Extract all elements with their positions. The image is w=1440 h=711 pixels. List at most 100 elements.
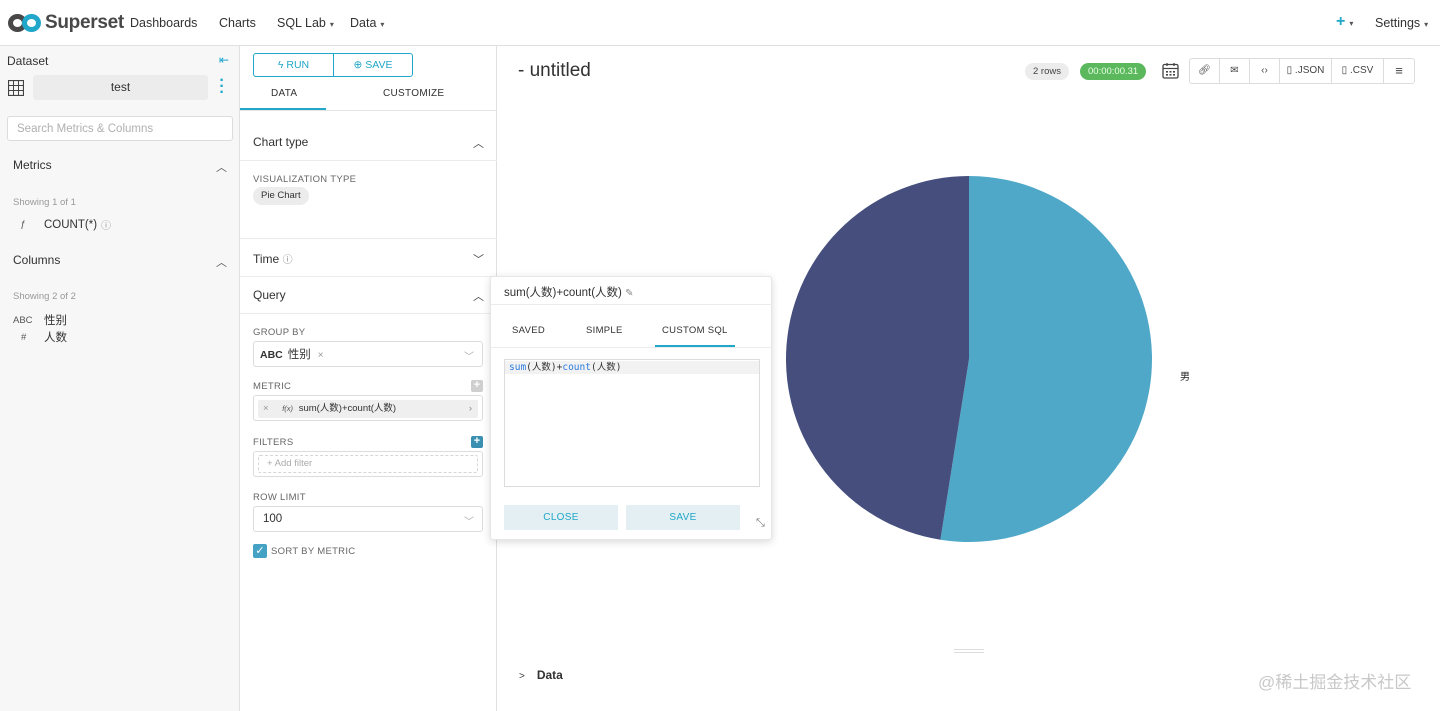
add-filter-icon[interactable]: + bbox=[471, 436, 483, 448]
string-type-icon: ABC bbox=[13, 314, 33, 326]
nav-charts[interactable]: Charts bbox=[219, 16, 256, 30]
dataset-name[interactable]: test bbox=[33, 75, 208, 100]
sql-editor[interactable]: sum(人数)+count(人数) bbox=[504, 359, 760, 487]
control-panel: ϟ RUN ⊕ SAVE DATA CUSTOMIZE Chart type ︿… bbox=[240, 46, 497, 711]
chevron-down-icon: ▾ bbox=[1424, 20, 1429, 29]
settings-menu[interactable]: Settings ▾ bbox=[1375, 16, 1428, 30]
question-circle-icon: ⓘ bbox=[101, 221, 112, 232]
chevron-up-icon[interactable]: ︿ bbox=[216, 159, 227, 175]
dataset-panel: Dataset ⇤ test · · · Search Metrics & Colu… bbox=[0, 46, 240, 711]
run-label: RUN bbox=[286, 59, 310, 71]
pencil-icon[interactable]: ✎ bbox=[625, 288, 633, 299]
pie-slice[interactable] bbox=[940, 176, 1152, 542]
sort-by-metric-checkbox[interactable]: ✓ bbox=[253, 544, 267, 558]
nav-dashboards-label: Dashboards bbox=[130, 16, 198, 30]
chevron-down-icon: ▾ bbox=[380, 20, 385, 29]
data-pane-toggle[interactable]: > Data bbox=[519, 668, 563, 682]
viz-type-label: VISUALIZATION TYPE bbox=[253, 174, 357, 185]
section-divider bbox=[240, 276, 497, 277]
nav-charts-label: Charts bbox=[219, 16, 256, 30]
sql-keyword: count bbox=[562, 362, 591, 373]
save-chart-button[interactable]: ⊕ SAVE bbox=[333, 53, 413, 77]
tab-data[interactable]: DATA bbox=[271, 88, 297, 99]
column-name: 人数 bbox=[44, 332, 67, 344]
search-metrics-columns-input[interactable]: Search Metrics & Columns bbox=[7, 116, 233, 141]
tab-customize[interactable]: CUSTOMIZE bbox=[383, 88, 444, 99]
pie-slice[interactable] bbox=[786, 176, 969, 540]
brand-name: Superset bbox=[45, 12, 124, 33]
plus-icon: + bbox=[1336, 13, 1346, 30]
nav-dashboards[interactable]: Dashboards bbox=[130, 16, 197, 30]
plus-icon: + bbox=[267, 458, 275, 469]
chart-type-heading[interactable]: Chart type bbox=[253, 135, 308, 149]
metrics-showing-count: Showing 1 of 1 bbox=[13, 197, 76, 208]
group-by-tag[interactable]: ABC 性别 × bbox=[260, 346, 324, 362]
close-button[interactable]: CLOSE bbox=[504, 505, 618, 530]
resize-icon[interactable]: ⤡ bbox=[756, 517, 765, 530]
column-item[interactable]: # 人数 bbox=[13, 329, 67, 345]
popover-divider bbox=[491, 304, 773, 305]
collapse-panel-icon[interactable]: ⇤ bbox=[219, 53, 229, 67]
settings-label: Settings bbox=[1375, 16, 1421, 30]
remove-metric-icon[interactable]: × bbox=[263, 403, 269, 414]
add-filter-button[interactable]: + Add filter bbox=[258, 455, 478, 473]
pie-legend-label: 男 bbox=[1180, 372, 1190, 383]
column-name: 性别 bbox=[44, 315, 67, 327]
tab-saved[interactable]: SAVED bbox=[512, 325, 545, 336]
add-metric-icon[interactable]: + bbox=[471, 380, 483, 392]
chevron-up-icon[interactable]: ︿ bbox=[216, 254, 227, 270]
metric-item[interactable]: ƒ COUNT(*) ⓘ bbox=[13, 217, 112, 233]
sql-arg: (人数) bbox=[526, 362, 557, 373]
new-plus-button[interactable]: + ▾ bbox=[1336, 13, 1353, 31]
metric-label: METRIC bbox=[253, 381, 292, 392]
chevron-up-icon[interactable]: ︿ bbox=[473, 288, 484, 304]
plus-circle-icon: ⊕ bbox=[353, 59, 366, 71]
data-pane-label: Data bbox=[536, 668, 563, 682]
time-heading[interactable]: Time ⓘ bbox=[253, 251, 293, 266]
chevron-right-icon: > bbox=[519, 671, 525, 682]
save-metric-button[interactable]: SAVE bbox=[626, 505, 740, 530]
table-grid-icon bbox=[8, 80, 24, 96]
metric-tag-value: sum(人数)+count(人数) bbox=[298, 403, 397, 414]
tab-divider bbox=[240, 110, 497, 111]
more-vertical-icon[interactable]: · · · bbox=[219, 73, 225, 101]
superset-logo-icon bbox=[8, 13, 42, 33]
viz-type-value[interactable]: Pie Chart bbox=[253, 187, 309, 205]
metric-select[interactable]: × f(x) sum(人数)+count(人数) › bbox=[253, 395, 483, 421]
metric-tag[interactable]: × f(x) sum(人数)+count(人数) › bbox=[258, 400, 478, 418]
columns-showing-count: Showing 2 of 2 bbox=[13, 291, 76, 302]
column-item[interactable]: ABC 性别 bbox=[13, 312, 67, 328]
chevron-up-icon[interactable]: ︿ bbox=[473, 135, 484, 151]
columns-heading[interactable]: Columns bbox=[13, 253, 60, 267]
time-heading-label: Time bbox=[253, 252, 280, 266]
filters-label: FILTERS bbox=[253, 437, 294, 448]
row-limit-select[interactable]: 100 ﹀ bbox=[253, 506, 483, 532]
sql-editor-line: sum(人数)+count(人数) bbox=[505, 361, 759, 374]
filters-select[interactable]: + Add filter bbox=[253, 451, 483, 477]
save-label: SAVE bbox=[365, 59, 393, 71]
tab-custom-sql[interactable]: CUSTOM SQL bbox=[662, 325, 728, 336]
numeric-type-icon: # bbox=[21, 331, 27, 343]
watermark-text: @稀土掘金技术社区 bbox=[1258, 673, 1412, 692]
metric-name: COUNT(*) bbox=[44, 218, 98, 231]
popover-tab-divider bbox=[491, 347, 773, 348]
remove-tag-icon[interactable]: × bbox=[318, 350, 324, 361]
nav-data[interactable]: Data ▾ bbox=[350, 16, 384, 30]
run-button[interactable]: ϟ RUN bbox=[253, 53, 334, 77]
sql-arg: (人数) bbox=[590, 362, 622, 373]
metrics-heading[interactable]: Metrics bbox=[13, 158, 52, 172]
group-by-select[interactable]: ABC 性别 × ﹀ bbox=[253, 341, 483, 367]
panel-resize-handle[interactable] bbox=[954, 649, 984, 653]
nav-data-label: Data bbox=[350, 16, 377, 30]
nav-sql-lab[interactable]: SQL Lab ▾ bbox=[277, 16, 334, 30]
superset-logo[interactable]: Superset bbox=[8, 11, 124, 35]
chevron-down-icon: ▾ bbox=[329, 20, 334, 29]
nav-sql-lab-label: SQL Lab bbox=[277, 16, 326, 30]
query-heading[interactable]: Query bbox=[253, 288, 286, 302]
string-type-icon: ABC bbox=[260, 349, 283, 361]
sort-by-metric-label[interactable]: SORT BY METRIC bbox=[271, 546, 355, 557]
chevron-down-icon: ﹀ bbox=[464, 352, 474, 363]
metric-popover-title[interactable]: sum(人数)+count(人数) ✎ bbox=[504, 284, 634, 300]
tab-simple[interactable]: SIMPLE bbox=[586, 325, 623, 336]
chevron-down-icon[interactable]: ﹀ bbox=[473, 251, 484, 267]
